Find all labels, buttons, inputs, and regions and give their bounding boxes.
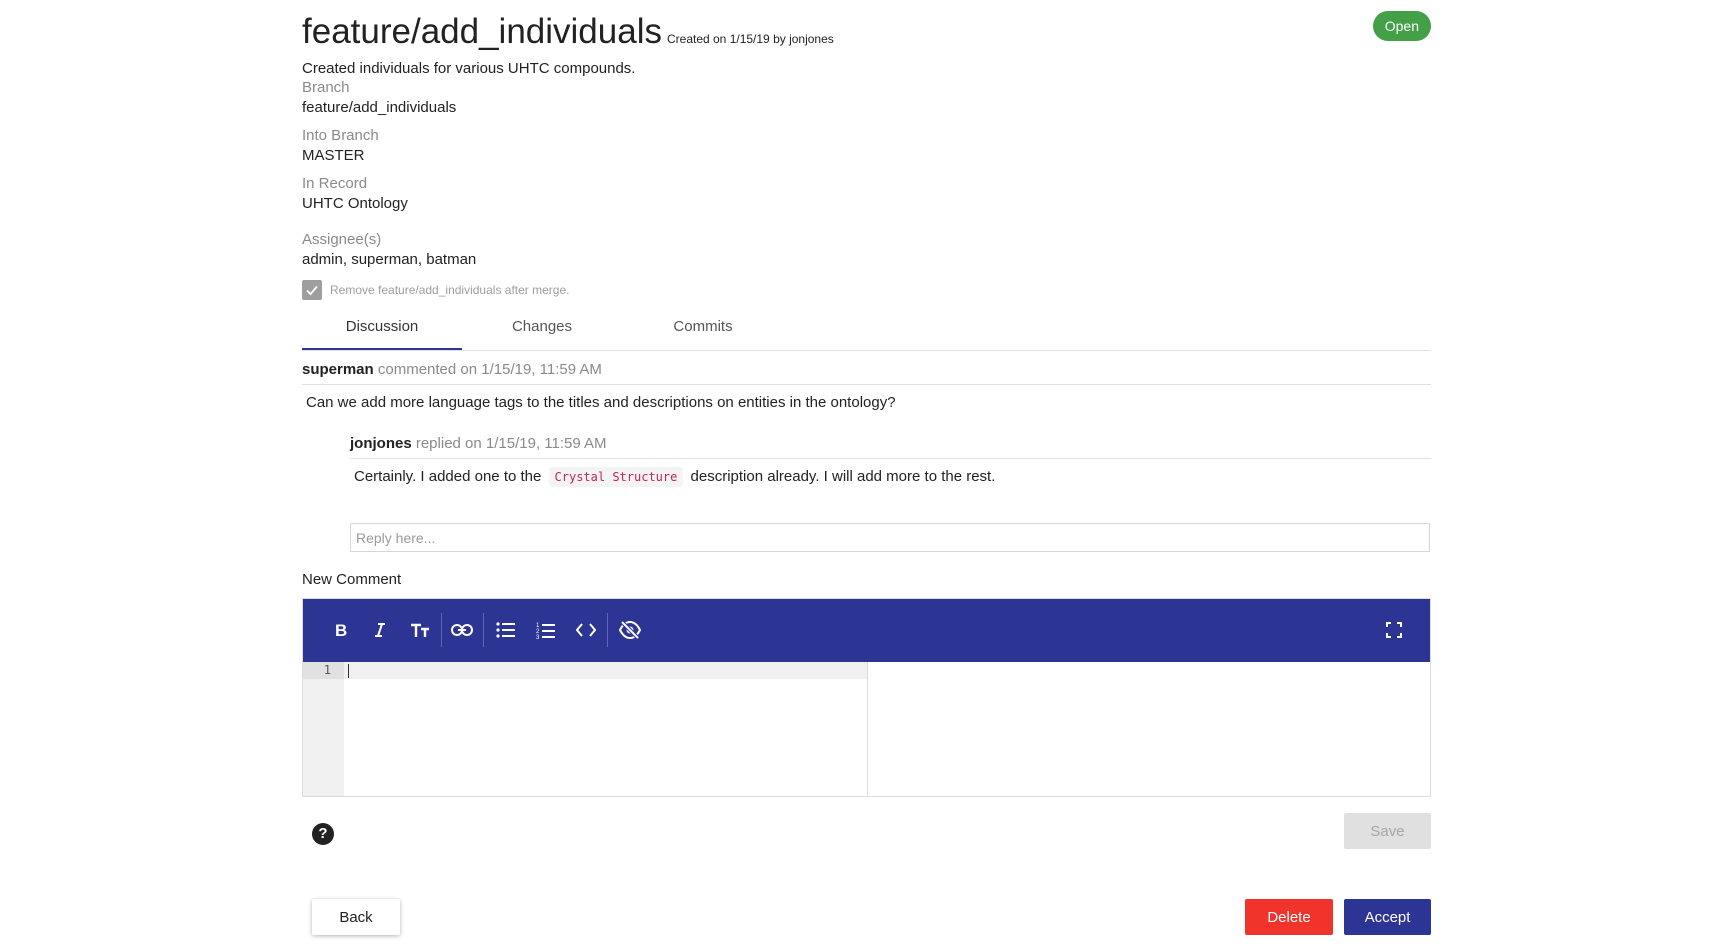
bold-icon[interactable]: B	[323, 613, 357, 647]
comment-header: superman commented on 1/15/19, 11:59 AM	[302, 361, 602, 378]
help-icon[interactable]: ?	[312, 823, 334, 845]
active-line	[303, 662, 867, 679]
reply-body: Certainly. I added one to the Crystal St…	[354, 467, 996, 487]
check-icon	[306, 285, 318, 296]
link-icon[interactable]	[445, 613, 479, 647]
toolbar-separator	[483, 613, 484, 647]
created-info: Created on 1/15/19 by jonjones	[666, 32, 834, 46]
text-cursor	[348, 664, 349, 678]
branch-label: Branch	[302, 79, 350, 96]
into-branch-value: MASTER	[302, 147, 365, 164]
reply-text-before: Certainly. I added one to the	[354, 468, 542, 485]
tab-changes[interactable]: Changes	[462, 310, 622, 350]
heading-icon[interactable]	[403, 613, 437, 647]
in-record-label: In Record	[302, 175, 368, 192]
save-button[interactable]: Save	[1344, 813, 1431, 849]
new-comment-label: New Comment	[302, 571, 402, 588]
branch-value: feature/add_individuals	[302, 99, 457, 116]
comment-body: Can we add more language tags to the tit…	[306, 394, 896, 411]
title-row: feature/add_individuals Created on 1/15/…	[302, 12, 834, 52]
assignees-value: admin, superman, batman	[302, 251, 477, 268]
tab-bar: Discussion Changes Commits	[302, 310, 1431, 351]
editor-toolbar: B 123	[303, 599, 1430, 662]
reply-text-after: description already. I will add more to …	[690, 468, 996, 485]
svg-text:3: 3	[536, 635, 540, 639]
assignees-label: Assignee(s)	[302, 231, 382, 248]
toolbar-separator	[441, 613, 442, 647]
delete-button[interactable]: Delete	[1245, 899, 1333, 935]
editor-input-pane[interactable]: 1	[303, 662, 868, 796]
reply-meta: replied on 1/15/19, 11:59 AM	[415, 435, 607, 452]
accept-button[interactable]: Accept	[1344, 899, 1431, 935]
reply-author: jonjones	[350, 435, 412, 452]
editor-preview-pane	[868, 662, 1430, 796]
comment-divider	[302, 384, 1431, 385]
back-button[interactable]: Back	[312, 899, 400, 935]
italic-icon[interactable]	[363, 613, 397, 647]
in-record-value: UHTC Ontology	[302, 195, 408, 212]
toolbar-separator	[607, 613, 608, 647]
tab-commits[interactable]: Commits	[623, 310, 783, 350]
remove-branch-checkbox[interactable]	[302, 280, 322, 300]
line-number: 1	[323, 663, 331, 677]
numbered-list-icon[interactable]: 123	[529, 613, 563, 647]
tab-discussion[interactable]: Discussion	[302, 310, 462, 350]
description: Created individuals for various UHTC com…	[302, 60, 636, 77]
status-badge: Open	[1372, 11, 1431, 41]
fullscreen-icon[interactable]	[1377, 613, 1411, 647]
reply-header: jonjones replied on 1/15/19, 11:59 AM	[350, 435, 607, 452]
page-title: feature/add_individuals	[302, 12, 662, 51]
reply-input[interactable]	[350, 523, 1430, 552]
remove-branch-label: Remove feature/add_individuals after mer…	[330, 283, 570, 297]
preview-toggle-icon[interactable]	[613, 613, 647, 647]
comment-meta: commented on 1/15/19, 11:59 AM	[377, 361, 602, 378]
remove-branch-option[interactable]: Remove feature/add_individuals after mer…	[302, 280, 569, 300]
bullet-list-icon[interactable]	[489, 613, 523, 647]
code-icon[interactable]	[569, 613, 603, 647]
line-gutter	[303, 662, 344, 796]
markdown-editor: B 123 1	[302, 598, 1431, 797]
svg-text:B: B	[335, 621, 347, 639]
comment-author: superman	[302, 361, 374, 378]
into-branch-label: Into Branch	[302, 127, 379, 144]
reply-divider	[350, 458, 1431, 459]
reply-code-snippet: Crystal Structure	[548, 467, 684, 487]
merge-request-page: feature/add_individuals Created on 1/15/…	[302, 0, 1431, 944]
